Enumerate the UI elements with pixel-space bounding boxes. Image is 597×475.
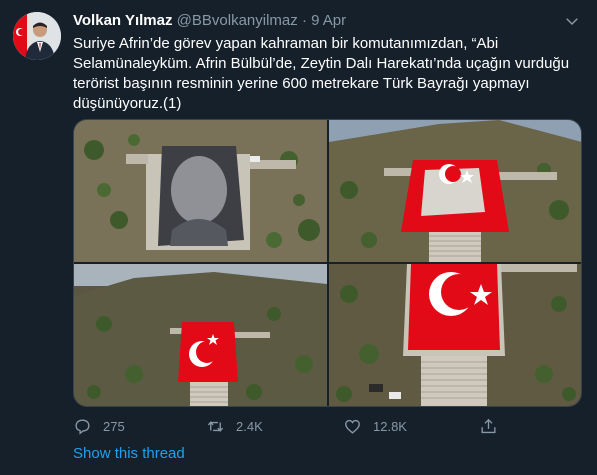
tweet-text: Suriye Afrin’de görev yapan kahraman bir… xyxy=(73,35,570,112)
like-count: 12.8K xyxy=(373,418,407,434)
author-handle[interactable]: @BBvolkanyilmaz xyxy=(177,12,298,29)
like-icon xyxy=(345,419,360,434)
reply-icon xyxy=(75,418,90,435)
retweet-icon xyxy=(207,420,224,432)
tweet-header: Volkan Yılmaz @BBvolkanyilmaz · 9 Apr xyxy=(73,12,581,32)
tweet-actions: 275 2.4K 12.8K xyxy=(73,414,513,438)
reply-button[interactable]: 275 xyxy=(73,414,125,438)
retweet-button[interactable]: 2.4K xyxy=(206,414,263,438)
avatar-image xyxy=(13,12,61,60)
like-button[interactable]: 12.8K xyxy=(343,414,407,438)
author-name[interactable]: Volkan Yılmaz xyxy=(73,12,173,29)
share-icon xyxy=(481,418,496,433)
reply-count: 275 xyxy=(103,418,125,434)
photo-4[interactable] xyxy=(329,264,581,406)
separator-dot: · xyxy=(301,12,307,29)
tweet-date[interactable]: 9 Apr xyxy=(311,12,346,29)
retweet-count: 2.4K xyxy=(236,418,263,434)
photo-2[interactable] xyxy=(329,120,581,262)
photo-3[interactable] xyxy=(74,264,327,406)
photo-1[interactable] xyxy=(74,120,327,262)
tweet[interactable]: Volkan Yılmaz @BBvolkanyilmaz · 9 Apr Su… xyxy=(0,0,597,475)
chevron-down-icon[interactable] xyxy=(563,12,581,30)
share-button[interactable] xyxy=(479,414,509,438)
show-thread-link[interactable]: Show this thread xyxy=(73,445,185,462)
tweet-media xyxy=(73,119,582,407)
avatar[interactable] xyxy=(13,12,61,60)
